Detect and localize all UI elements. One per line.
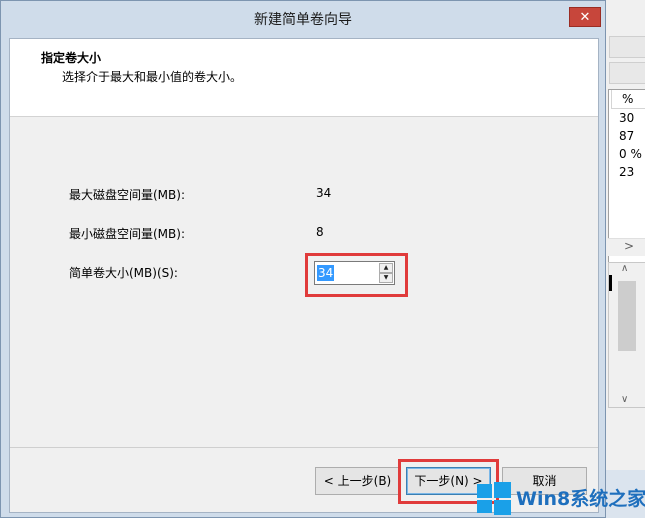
volume-size-label: 简单卷大小(MB)(S):: [69, 266, 178, 280]
min-size-value: 8: [316, 225, 324, 239]
step-description: 选择介于最大和最小值的卷大小。: [62, 70, 243, 84]
list-cell[interactable]: 30: [609, 109, 645, 127]
step-title: 指定卷大小: [41, 51, 102, 65]
new-simple-volume-wizard: 新建简单卷向导 ✕ 指定卷大小 选择介于最大和最小值的卷大小。 最大磁盘空间量(…: [0, 0, 606, 518]
watermark: Win8系统之家: [474, 479, 645, 518]
horizontal-scrollbar[interactable]: >: [608, 238, 645, 256]
close-button[interactable]: ✕: [569, 7, 601, 27]
close-icon: ✕: [579, 10, 591, 25]
scroll-down-icon[interactable]: ∨: [621, 394, 628, 405]
background-toolbar: [609, 62, 645, 84]
back-button[interactable]: < 上一步(B): [315, 467, 400, 495]
vertical-scrollbar[interactable]: ∧ ∨: [608, 262, 645, 408]
column-header-percent[interactable]: %: [611, 90, 645, 109]
wizard-header: 指定卷大小 选择介于最大和最小值的卷大小。: [10, 39, 598, 117]
scrollbar-thumb[interactable]: [618, 281, 636, 351]
windows-logo-icon: [477, 481, 511, 515]
list-cell[interactable]: 87: [609, 127, 645, 145]
watermark-text: Win8系统之家: [516, 488, 645, 510]
window-title: 新建简单卷向导: [254, 12, 352, 28]
list-cell[interactable]: 0 %: [609, 145, 645, 163]
highlight-box-size: [305, 253, 408, 297]
scroll-up-icon[interactable]: ∧: [621, 263, 628, 274]
wizard-body: 指定卷大小 选择介于最大和最小值的卷大小。 最大磁盘空间量(MB): 34 最小…: [9, 38, 599, 513]
max-size-label: 最大磁盘空间量(MB):: [69, 188, 185, 202]
background-toolbar: [609, 36, 645, 58]
max-size-value: 34: [316, 186, 332, 200]
disk-block-marker: [609, 275, 612, 291]
scroll-right-icon[interactable]: >: [624, 239, 634, 253]
min-size-label: 最小磁盘空间量(MB):: [69, 227, 185, 241]
footer-divider: [10, 447, 598, 448]
list-cell[interactable]: 23: [609, 163, 645, 181]
